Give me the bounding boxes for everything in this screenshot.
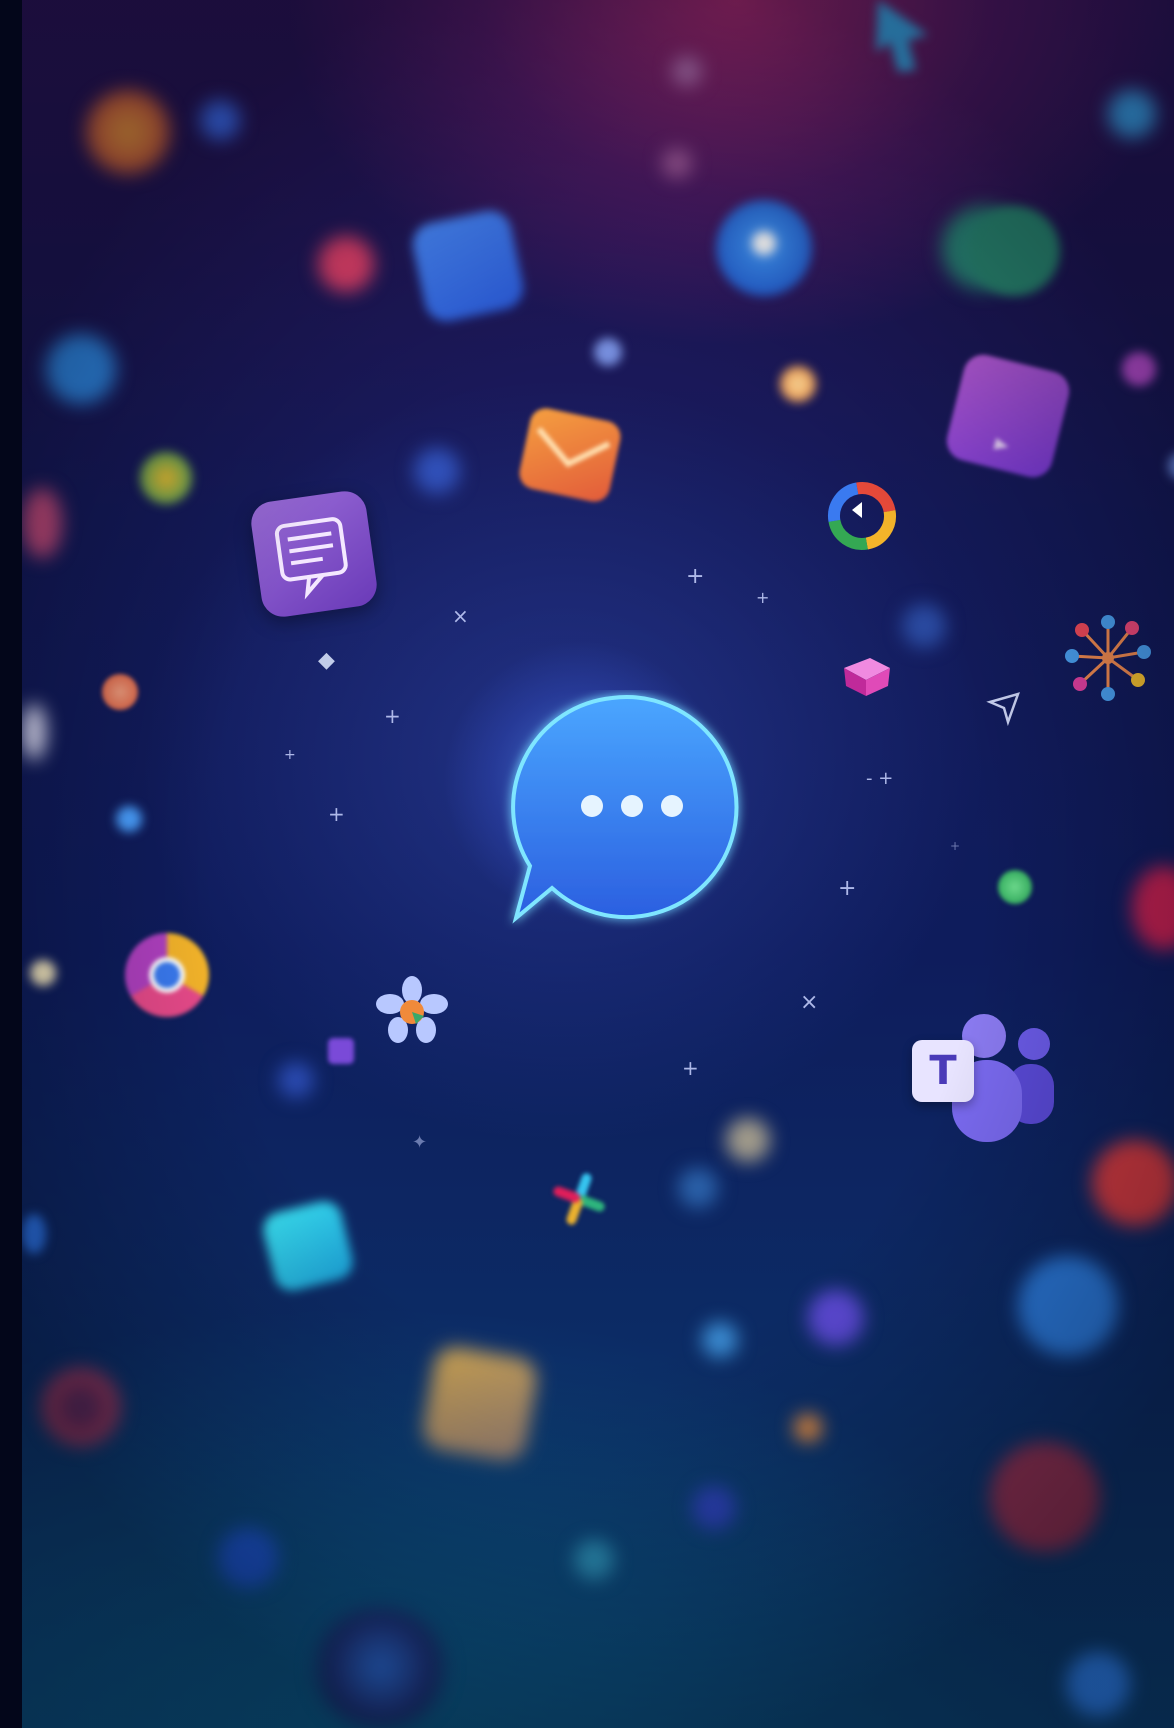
sparkle: × xyxy=(800,990,819,1015)
notes-chat-icon xyxy=(248,488,380,620)
typing-dot-3 xyxy=(661,795,683,817)
sparkle: + xyxy=(384,704,401,728)
sparkle: ◆ xyxy=(318,648,335,673)
app-purple-tiny-icon xyxy=(328,1038,354,1064)
bokeh-blue-bottom xyxy=(218,1528,278,1588)
slack-icon xyxy=(553,1173,605,1225)
bokeh-blue-left xyxy=(46,334,116,404)
sparkle: - + xyxy=(866,768,894,789)
sparkle: + xyxy=(682,1056,699,1080)
sparkle: ✦ xyxy=(412,1132,428,1153)
bokeh-red xyxy=(1092,1140,1174,1226)
bokeh-tan xyxy=(726,1118,770,1162)
bokeh-tiny-1 xyxy=(672,56,702,86)
app-blue-square-icon xyxy=(408,206,528,326)
typing-dot-2 xyxy=(621,795,643,817)
bokeh-tiny-2 xyxy=(662,148,692,178)
cube-icon xyxy=(844,658,890,696)
sparkle: + xyxy=(838,876,857,901)
bokeh-blue-small xyxy=(594,338,622,366)
sparkle: + xyxy=(686,564,705,589)
app-tan-icon xyxy=(419,1343,541,1465)
bokeh-pink xyxy=(318,236,374,292)
bokeh-blue-low2 xyxy=(702,1322,738,1358)
arrow-icon xyxy=(876,0,928,72)
network-nodes-icon xyxy=(1065,615,1151,701)
bokeh-orange-small xyxy=(780,366,816,402)
sparkle: + xyxy=(284,747,296,763)
bokeh-green xyxy=(140,452,192,504)
app-cyan-icon xyxy=(259,1197,357,1295)
bokeh-cyan xyxy=(1108,90,1156,138)
sparkle: + xyxy=(756,588,770,607)
bokeh-tiny-6 xyxy=(22,1214,46,1254)
bokeh-cream xyxy=(30,960,56,986)
bokeh-white-edge xyxy=(22,704,46,760)
bokeh-tiny-5 xyxy=(1168,452,1174,480)
bokeh-magenta xyxy=(1122,352,1156,386)
bokeh-maroon xyxy=(990,1442,1100,1552)
bokeh-pink-edge xyxy=(22,488,62,558)
bokeh-orange xyxy=(86,90,170,174)
bokeh-tiny-3 xyxy=(902,604,946,648)
app-teal-play-icon xyxy=(970,206,1060,296)
chrome-icon xyxy=(124,933,210,1018)
bokeh-dark-bottom xyxy=(310,1608,450,1728)
pinwheel-icon xyxy=(376,976,448,1043)
bokeh-red-right xyxy=(1132,866,1174,950)
bokeh-purple xyxy=(808,1290,864,1346)
bokeh-blue-corner xyxy=(1066,1652,1130,1716)
video-play-icon xyxy=(942,350,1074,482)
bokeh-tiny-4 xyxy=(278,1062,314,1098)
sparkle: × xyxy=(452,604,469,628)
bokeh-blue-dot xyxy=(116,806,142,832)
typing-dot-1 xyxy=(581,795,603,817)
bokeh-red-ring xyxy=(40,1366,122,1448)
bokeh-blue-mid xyxy=(414,448,460,494)
sync-ring-icon xyxy=(828,482,896,550)
star-outline-icon xyxy=(986,692,1020,727)
bokeh-teal-bottom xyxy=(574,1540,614,1580)
bokeh-orange-low xyxy=(794,1414,822,1442)
bokeh-blue xyxy=(200,100,240,140)
teams-badge-letter: T xyxy=(929,1048,957,1094)
app-blue-round-icon xyxy=(716,200,812,296)
background-scene: T × + + ◆ + + + - + + × + ✦ + xyxy=(22,0,1174,1728)
chat-bubble-icon xyxy=(511,695,739,924)
bokeh-blue-low xyxy=(678,1168,718,1208)
bokeh-blue-low3 xyxy=(692,1486,736,1530)
mail-icon xyxy=(516,405,624,505)
sparkle: + xyxy=(328,802,345,826)
teams-icon: T xyxy=(910,1006,1060,1146)
bokeh-orange-face xyxy=(102,674,138,710)
bokeh-blue-large xyxy=(1018,1256,1118,1356)
teams-badge: T xyxy=(912,1040,974,1102)
bokeh-green-dot xyxy=(998,870,1032,904)
sparkle: + xyxy=(950,839,961,853)
